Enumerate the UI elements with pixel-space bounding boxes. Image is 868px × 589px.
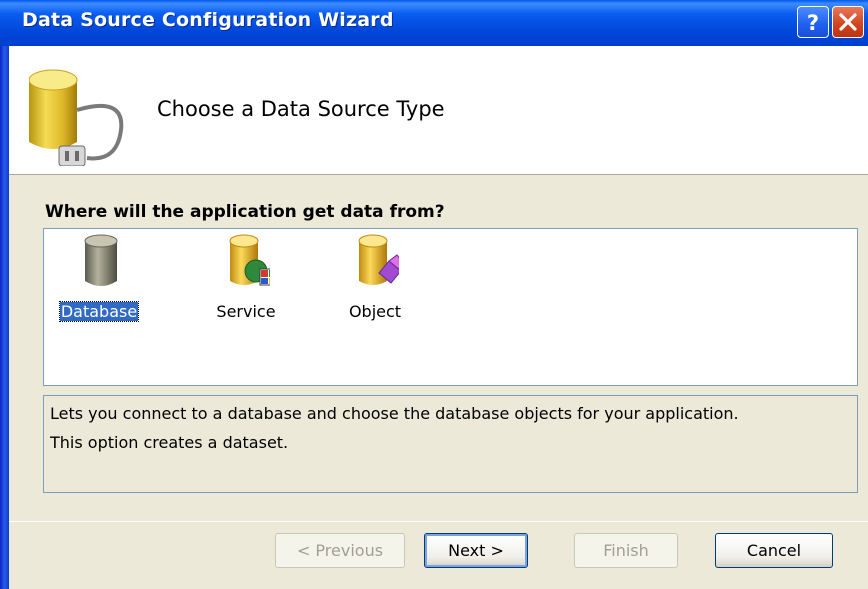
finish-button[interactable]: Finish xyxy=(574,533,678,568)
description-box: Lets you connect to a database and choos… xyxy=(43,395,858,493)
source-label-database: Database xyxy=(58,301,140,322)
wizard-header: Choose a Data Source Type xyxy=(9,46,868,175)
object-icon xyxy=(358,234,399,285)
database-icon xyxy=(84,234,118,286)
svg-text:?: ? xyxy=(807,11,819,35)
question-label: Where will the application get data from… xyxy=(45,202,445,222)
close-button[interactable] xyxy=(832,6,864,38)
question-mark-icon: ? xyxy=(807,11,819,35)
database-plug-icon xyxy=(29,69,124,166)
next-button[interactable]: Next > xyxy=(424,533,528,568)
source-label-object: Object xyxy=(348,302,402,321)
data-source-list[interactable]: Database Service Object xyxy=(43,228,858,386)
cancel-button[interactable]: Cancel xyxy=(715,533,833,568)
window-title: Data Source Configuration Wizard xyxy=(22,9,394,31)
wizard-window: Data Source Configuration Wizard ? Choos… xyxy=(0,0,868,589)
page-title: Choose a Data Source Type xyxy=(157,97,445,121)
source-label-service: Service xyxy=(216,302,276,321)
window-left-border xyxy=(0,0,9,589)
service-icon xyxy=(229,234,270,286)
description-line-1: Lets you connect to a database and choos… xyxy=(50,404,739,423)
description-line-2: This option creates a dataset. xyxy=(50,433,289,452)
help-button[interactable]: ? xyxy=(797,6,829,38)
source-item-object[interactable]: Object xyxy=(320,233,430,328)
wizard-body: Where will the application get data from… xyxy=(9,175,868,589)
close-x-icon xyxy=(839,13,857,31)
footer-separator xyxy=(9,521,868,522)
source-item-service[interactable]: Service xyxy=(191,233,301,328)
source-item-database[interactable]: Database xyxy=(44,233,154,328)
previous-button[interactable]: < Previous xyxy=(275,533,405,568)
title-bar[interactable]: Data Source Configuration Wizard ? xyxy=(0,0,868,46)
